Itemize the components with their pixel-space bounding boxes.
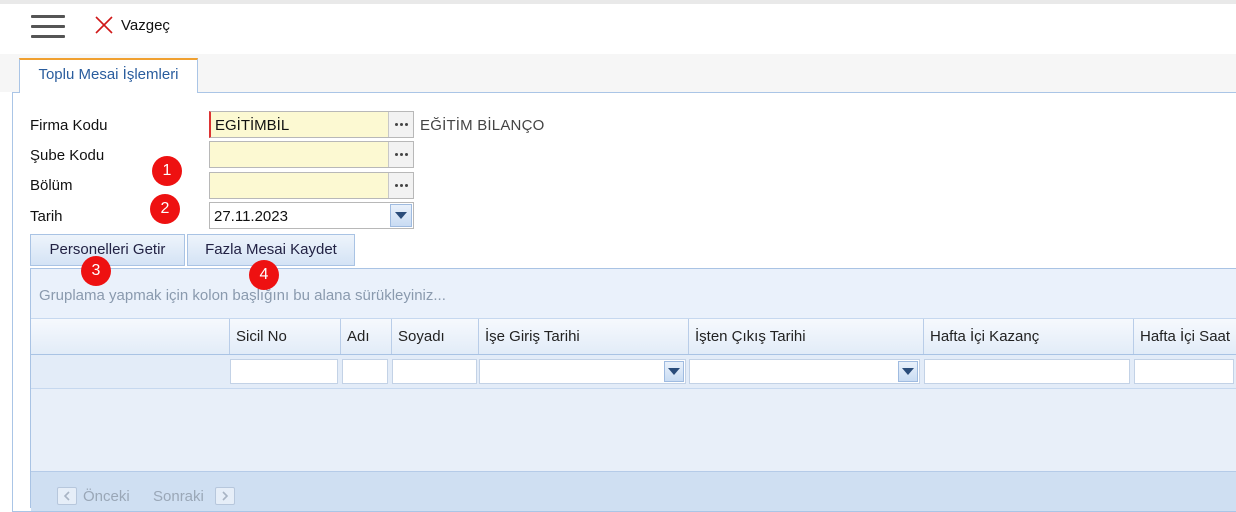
bolum-lookup-button[interactable]	[388, 173, 413, 198]
grid-pager: Önceki Sonraki	[31, 471, 1236, 511]
hamburger-menu-icon[interactable]	[31, 15, 65, 39]
annotation-badge-2: 2	[150, 194, 180, 224]
column-hafta-ici-kazanc[interactable]: Hafta İçi Kazanç	[923, 319, 1133, 354]
firma-kodu-value: EGİTİMBİL	[215, 117, 290, 134]
grid-body	[31, 389, 1236, 471]
grid-filter-row	[31, 355, 1236, 389]
column-isten-cikis-tarihi[interactable]: İşten Çıkış Tarihi	[688, 319, 923, 354]
column-adi[interactable]: Adı	[340, 319, 391, 354]
column-ise-giris-tarihi[interactable]: İşe Giriş Tarihi	[478, 319, 688, 354]
firma-kodu-label: Firma Kodu	[30, 117, 108, 134]
cancel-label: Vazgeç	[121, 16, 170, 34]
chevron-down-icon[interactable]	[390, 204, 412, 227]
sube-kodu-label: Şube Kodu	[30, 147, 105, 164]
filter-hafta-ici-saat-input[interactable]	[1134, 359, 1234, 384]
filter-ise-giris-input[interactable]	[479, 359, 686, 384]
annotation-badge-1: 1	[152, 156, 182, 186]
toolbar: Vazgeç	[0, 4, 1236, 54]
chevron-left-icon[interactable]	[57, 487, 77, 505]
column-soyadi[interactable]: Soyadı	[391, 319, 478, 354]
annotation-badge-3: 3	[81, 256, 111, 286]
filter-adi-input[interactable]	[342, 359, 388, 384]
annotation-badge-4: 4	[249, 260, 279, 290]
group-drop-area[interactable]: Gruplama yapmak için kolon başlığını bu …	[31, 269, 1236, 319]
column-sicil-no[interactable]: Sicil No	[229, 319, 340, 354]
tab-toplu-mesai[interactable]: Toplu Mesai İşlemleri	[19, 58, 198, 93]
chevron-down-icon[interactable]	[664, 361, 684, 382]
filter-isten-cikis-input[interactable]	[689, 359, 920, 384]
close-x-icon	[95, 16, 113, 34]
column-hafta-ici-saat[interactable]: Hafta İçi Saat	[1133, 319, 1236, 354]
group-hint-text: Gruplama yapmak için kolon başlığını bu …	[39, 287, 446, 304]
sube-kodu-field[interactable]	[209, 141, 414, 168]
pager-prev-label[interactable]: Önceki	[83, 488, 130, 505]
sube-kodu-lookup-button[interactable]	[388, 142, 413, 167]
filter-soyadi-input[interactable]	[392, 359, 477, 384]
chevron-right-icon[interactable]	[215, 487, 235, 505]
filter-sicil-no-input[interactable]	[230, 359, 338, 384]
tarih-value: 27.11.2023	[214, 208, 288, 225]
pager-next-label[interactable]: Sonraki	[153, 488, 204, 505]
bolum-label: Bölüm	[30, 177, 73, 194]
cancel-button[interactable]: Vazgeç	[94, 13, 170, 37]
grid-header: Sicil No Adı Soyadı İşe Giriş Tarihi İşt…	[31, 319, 1236, 355]
bolum-field[interactable]	[209, 172, 414, 199]
firma-kodu-lookup-button[interactable]	[388, 112, 413, 137]
firma-kodu-field[interactable]: EGİTİMBİL	[209, 111, 414, 138]
firma-name-text: EĞİTİM BİLANÇO	[420, 117, 545, 134]
tarih-date-field[interactable]: 27.11.2023	[209, 202, 414, 229]
chevron-down-icon[interactable]	[898, 361, 918, 382]
personnel-grid: Gruplama yapmak için kolon başlığını bu …	[30, 268, 1236, 511]
filter-hafta-ici-kazanc-input[interactable]	[924, 359, 1130, 384]
tarih-label: Tarih	[30, 208, 63, 225]
